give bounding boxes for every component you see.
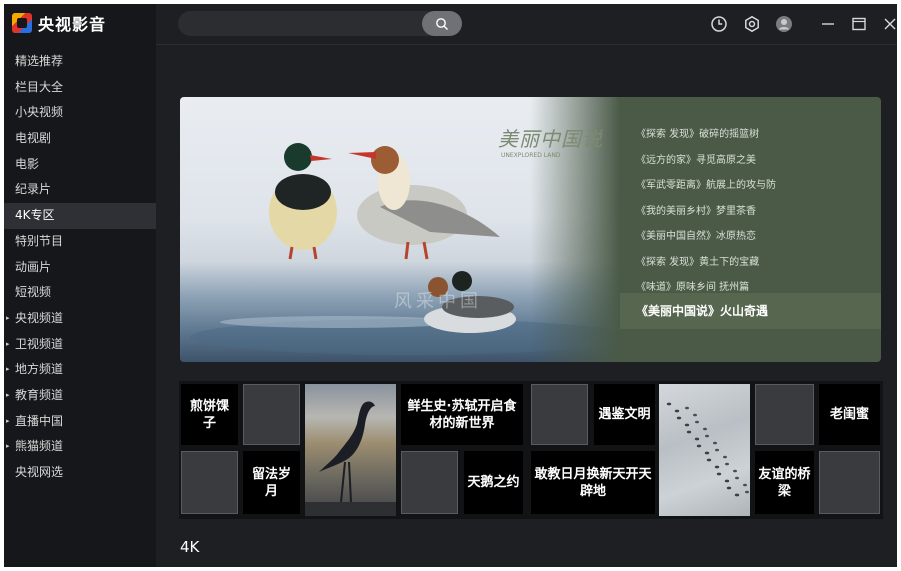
sidebar-item-label: 电视剧 [15,131,52,146]
program-tile[interactable] [755,384,814,445]
sidebar-item[interactable]: 4K专区 [4,203,156,229]
sidebar-item-label: 地方频道 [15,362,64,377]
expand-caret-icon: ▸ [6,416,10,425]
expand-caret-icon: ▸ [6,365,10,374]
program-tile[interactable] [401,451,458,514]
sidebar-item-label: 短视频 [15,285,52,300]
sidebar-item-label: 特别节目 [15,233,64,248]
main-content: 美丽中国说 UNEXPLORED LAND 风采中国 《探索 发现》破碎的摇篮树… [156,4,897,567]
expand-caret-icon: ▸ [6,442,10,451]
program-tile-title: 遇鉴文明 [598,407,651,422]
app-window: 央视影音 精选推荐栏目大全小央视频电视剧电影纪录片 4K专区特别节目动画片短视频 ▸… [4,4,897,567]
sidebar-item[interactable]: 电影 [4,152,156,178]
banner-link[interactable]: 《探索 发现》破碎的摇篮树 [636,122,876,148]
sidebar-nav: 精选推荐 栏目大全 小央视频 电视剧 电影 纪录片 4K专区 特别节目 动画片 短视频 ▸ 央视频道 ▸… [4,49,156,486]
sidebar-item-label: 精选推荐 [15,54,64,68]
close-icon[interactable] [880,14,897,34]
sidebar-item[interactable]: 栏目大全 [4,75,156,101]
sidebar-item-label: 栏目大全 [15,79,64,94]
featured-banner[interactable]: 美丽中国说 UNEXPLORED LAND 风采中国 《探索 发现》破碎的摇篮树… [180,97,881,362]
expand-caret-icon: ▸ [6,339,10,348]
sidebar-item-label: 教育频道 [15,387,64,402]
crane-silhouette-image [305,401,396,516]
sidebar-item[interactable]: ▸ 教育频道 [4,383,156,409]
sidebar: 央视影音 精选推荐栏目大全小央视频电视剧电影纪录片 4K专区特别节目动画片短视频 ▸… [4,4,156,567]
program-tile[interactable]: 老闺蜜 [819,384,880,445]
banner-link[interactable]: 《美丽中国自然》冰原热恋 [636,224,876,250]
program-tile-title: 留法岁月 [251,466,291,499]
banner-link[interactable]: 《我的美丽乡村》梦里茶香 [636,199,876,225]
sidebar-item-label: 电影 [15,156,40,171]
sidebar-item-label: 小央视频 [15,105,64,120]
program-tile[interactable]: 留法岁月 [243,451,300,514]
program-tile[interactable] [243,384,300,445]
banner-link-list: 《探索 发现》破碎的摇篮树 《远方的家》寻觅高原之美 《军武零距离》航展上的攻与防《… [636,122,876,301]
sidebar-item-label: 熊猫频道 [15,439,64,454]
minimize-icon[interactable] [818,14,838,34]
top-bar [156,4,897,45]
expand-caret-icon: ▸ [6,313,10,322]
banner-link[interactable]: 《军武零距离》航展上的攻与防 [636,173,876,199]
program-tile[interactable]: 煎饼馃子 [181,384,238,445]
program-tile[interactable]: 遇鉴文明 [594,384,655,445]
banner-wordmark: 美丽中国说 [498,127,603,151]
sidebar-item-label: 4K专区 [15,208,55,223]
sidebar-item[interactable]: ▸ 熊猫频道 [4,434,156,460]
search-button[interactable] [422,11,462,36]
sidebar-item[interactable]: 电视剧 [4,126,156,152]
sidebar-item[interactable]: 特别节目 [4,229,156,255]
banner-watermark: 风采中国 [394,291,482,312]
search-icon [436,17,448,30]
sidebar-item-label: 央视网选 [15,465,64,479]
program-tile[interactable]: 鲜生史·苏轼开启食材的新世界 [401,384,523,445]
expand-caret-icon: ▸ [6,390,10,399]
avatar-icon[interactable] [774,14,794,34]
banner-link[interactable]: 《探索 发现》黄土下的宝藏 [636,250,876,276]
banner-wordmark-subtitle: UNEXPLORED LAND [501,152,561,159]
program-tile[interactable]: 敢教日月换新天开天辟地 [531,451,655,514]
search-box [178,11,462,36]
program-tile-title: 老闺蜜 [829,407,869,422]
program-tile-title: 鲜生史·苏轼开启食材的新世界 [407,398,517,431]
sidebar-item-label: 央视频道 [15,310,64,325]
sidebar-item[interactable]: 精选推荐 [4,49,156,75]
logo-mark-icon [12,13,32,33]
program-tile[interactable] [181,451,238,514]
sidebar-item-label: 动画片 [15,259,52,274]
sidebar-item-label: 直播中国 [15,413,64,428]
program-tile[interactable] [531,384,588,445]
banner-feature-item[interactable]: 《美丽中国说》火山奇遇 [620,293,881,329]
program-tile[interactable]: 友谊的桥梁 [755,451,814,514]
sidebar-item[interactable]: ▸ 直播中国 [4,409,156,435]
sidebar-item-label: 纪录片 [15,182,52,197]
program-tile[interactable]: 天鹅之约 [464,451,523,514]
program-tile-title: 天鹅之约 [467,475,520,490]
app-logo[interactable]: 央视影音 [12,12,106,34]
program-tile[interactable] [305,384,396,516]
sidebar-item[interactable]: ▸ 央视频道 [4,306,156,332]
program-tile-title: 敢教日月换新天开天辟地 [534,466,652,499]
app-logo-text: 央视影音 [38,15,107,34]
sidebar-item[interactable]: 央视网选 [4,460,156,486]
banner-feature-title: 《美丽中国说》火山奇遇 [636,304,769,318]
program-grid: 煎饼馃子 鲜生史·苏轼开启食材的新世界 遇鉴文明 老闺蜜留法岁月 天鹅之约 敢教日月换新天… [179,381,883,519]
program-tile[interactable] [659,384,750,516]
sidebar-item[interactable]: ▸ 卫视频道 [4,332,156,358]
program-tile-title: 煎饼馃子 [189,398,229,431]
history-icon[interactable] [709,14,729,34]
snowfield-tracks-image [666,402,749,497]
sidebar-item[interactable]: 纪录片 [4,177,156,203]
search-input[interactable] [188,14,412,35]
sidebar-item[interactable]: 小央视频 [4,100,156,126]
program-tile[interactable] [819,451,880,514]
section-title: 4K [180,538,200,556]
maximize-icon[interactable] [849,14,869,34]
sidebar-item[interactable]: ▸ 地方频道 [4,357,156,383]
settings-icon[interactable] [742,14,762,34]
sidebar-item[interactable]: 动画片 [4,255,156,281]
sidebar-item[interactable]: 短视频 [4,280,156,306]
banner-link[interactable]: 《远方的家》寻觅高原之美 [636,148,876,174]
program-tile-title: 友谊的桥梁 [758,466,811,499]
sidebar-item-label: 卫视频道 [15,336,64,351]
